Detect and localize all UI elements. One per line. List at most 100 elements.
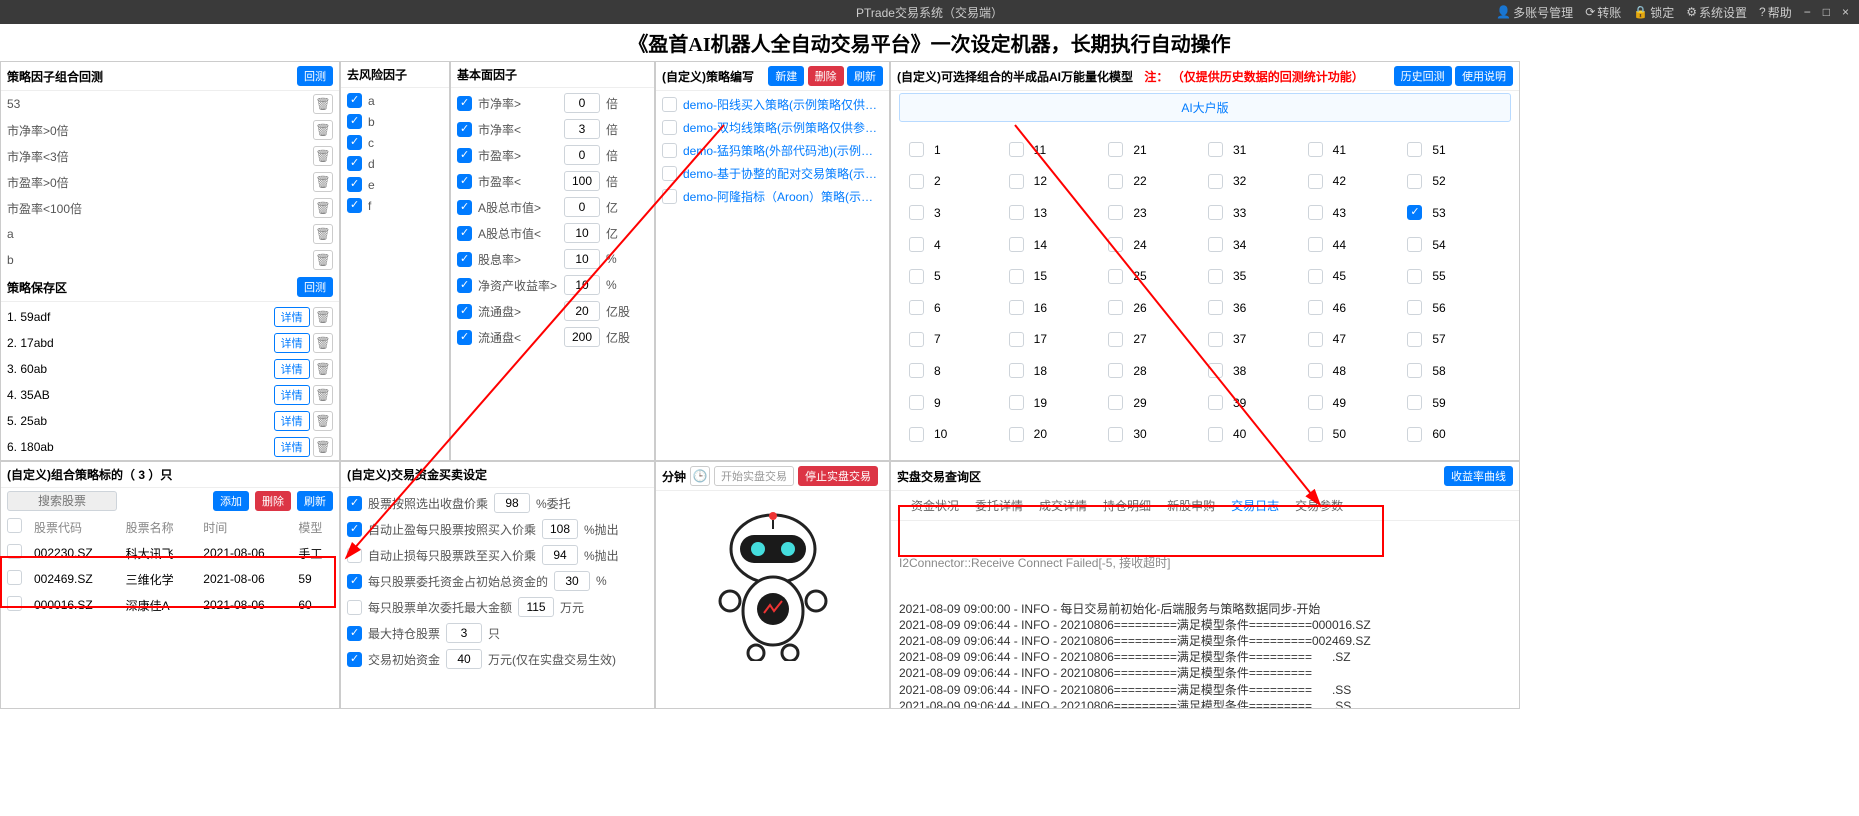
window-max-icon[interactable]: □	[1823, 5, 1830, 19]
delete-button[interactable]: 删除	[255, 491, 291, 511]
select-all-checkbox[interactable]	[7, 518, 22, 533]
model-checkbox[interactable]	[1108, 363, 1123, 378]
window-close-icon[interactable]: ×	[1842, 5, 1849, 19]
factor-input[interactable]	[564, 275, 600, 295]
factor-input[interactable]	[564, 197, 600, 217]
checkbox[interactable]	[457, 226, 472, 241]
checkbox[interactable]	[347, 198, 362, 213]
delete-icon[interactable]: 🗑	[313, 359, 333, 379]
saved-item[interactable]: 3. 60ab	[7, 362, 47, 376]
checkbox[interactable]	[457, 330, 472, 345]
model-checkbox[interactable]	[1308, 363, 1323, 378]
setting-input[interactable]	[446, 649, 482, 669]
strategy-item[interactable]: demo-双均线策略(示例策略仅供参考学习，请…	[683, 119, 883, 136]
table-row[interactable]: 002469.SZ三维化学2021-08-0659	[1, 566, 339, 592]
detail-button[interactable]: 详情	[274, 385, 310, 405]
model-checkbox[interactable]	[1108, 300, 1123, 315]
model-checkbox[interactable]	[1308, 269, 1323, 284]
checkbox[interactable]	[347, 114, 362, 129]
checkbox[interactable]	[662, 143, 677, 158]
setting-input[interactable]	[494, 493, 530, 513]
new-button[interactable]: 新建	[768, 66, 804, 86]
window-min-icon[interactable]: −	[1804, 5, 1811, 19]
delete-icon[interactable]: 🗑	[313, 172, 333, 192]
checkbox[interactable]	[662, 189, 677, 204]
model-checkbox[interactable]	[1208, 300, 1223, 315]
model-checkbox[interactable]	[1009, 174, 1024, 189]
saved-item[interactable]: 6. 180ab	[7, 440, 54, 454]
row-checkbox[interactable]	[7, 570, 22, 585]
model-checkbox[interactable]	[1208, 142, 1223, 157]
row-checkbox[interactable]	[7, 544, 22, 559]
detail-button[interactable]: 详情	[274, 359, 310, 379]
model-checkbox[interactable]	[1407, 300, 1422, 315]
factor-input[interactable]	[564, 249, 600, 269]
factor-input[interactable]	[564, 93, 600, 113]
delete-icon[interactable]: 🗑	[313, 224, 333, 244]
add-button[interactable]: 添加	[213, 491, 249, 511]
setting-input[interactable]	[542, 519, 578, 539]
strategy-item[interactable]: demo-阳线买入策略(示例策略仅供参考学习，…	[683, 96, 883, 113]
model-checkbox[interactable]	[1407, 427, 1422, 442]
model-checkbox[interactable]	[1009, 142, 1024, 157]
model-checkbox[interactable]	[909, 300, 924, 315]
delete-icon[interactable]: 🗑	[313, 437, 333, 457]
accounts-link[interactable]: 👤 多账号管理	[1496, 4, 1573, 21]
model-checkbox[interactable]	[1208, 395, 1223, 410]
delete-icon[interactable]: 🗑	[313, 146, 333, 166]
model-checkbox[interactable]	[1108, 427, 1123, 442]
history-backtest-button[interactable]: 历史回测	[1394, 66, 1452, 86]
model-checkbox[interactable]	[1308, 300, 1323, 315]
detail-button[interactable]: 详情	[274, 307, 310, 327]
checkbox[interactable]	[662, 166, 677, 181]
checkbox[interactable]	[347, 177, 362, 192]
model-checkbox[interactable]	[1407, 142, 1422, 157]
checkbox[interactable]	[457, 252, 472, 267]
tab-交易参数[interactable]: 交易参数	[1295, 497, 1343, 514]
factor-input[interactable]	[564, 223, 600, 243]
model-checkbox[interactable]	[1208, 205, 1223, 220]
table-row[interactable]: 002230.SZ科大讯飞2021-08-06手工	[1, 540, 339, 566]
search-input[interactable]	[7, 491, 117, 511]
checkbox[interactable]	[347, 93, 362, 108]
model-checkbox[interactable]	[1009, 395, 1024, 410]
model-checkbox[interactable]	[909, 332, 924, 347]
model-checkbox[interactable]	[1009, 300, 1024, 315]
model-checkbox[interactable]	[1208, 332, 1223, 347]
checkbox[interactable]	[457, 200, 472, 215]
model-checkbox[interactable]	[1009, 332, 1024, 347]
model-checkbox[interactable]	[1108, 237, 1123, 252]
factor-input[interactable]	[564, 301, 600, 321]
model-checkbox[interactable]	[1208, 363, 1223, 378]
checkbox[interactable]	[347, 135, 362, 150]
checkbox[interactable]	[347, 548, 362, 563]
strategy-item[interactable]: demo-基于协整的配对交易策略(示例策略仅供…	[683, 165, 883, 182]
model-checkbox[interactable]	[1407, 205, 1422, 220]
setting-input[interactable]	[542, 545, 578, 565]
transfer-link[interactable]: ⟳ 转账	[1585, 4, 1621, 21]
checkbox[interactable]	[457, 304, 472, 319]
delete-icon[interactable]: 🗑	[313, 333, 333, 353]
settings-link[interactable]: ⚙ 系统设置	[1686, 4, 1747, 21]
tab-交易日志[interactable]: 交易日志	[1231, 497, 1279, 514]
model-checkbox[interactable]	[909, 142, 924, 157]
model-checkbox[interactable]	[909, 269, 924, 284]
factor-input[interactable]	[564, 119, 600, 139]
delete-button[interactable]: 删除	[808, 66, 844, 86]
checkbox[interactable]	[457, 174, 472, 189]
model-checkbox[interactable]	[1208, 427, 1223, 442]
model-checkbox[interactable]	[909, 237, 924, 252]
detail-button[interactable]: 详情	[274, 411, 310, 431]
model-checkbox[interactable]	[1308, 427, 1323, 442]
saved-item[interactable]: 5. 25ab	[7, 414, 47, 428]
model-checkbox[interactable]	[1009, 237, 1024, 252]
delete-icon[interactable]: 🗑	[313, 94, 333, 114]
delete-icon[interactable]: 🗑	[313, 250, 333, 270]
factor-input[interactable]	[564, 327, 600, 347]
model-checkbox[interactable]	[1308, 395, 1323, 410]
checkbox[interactable]	[347, 574, 362, 589]
model-checkbox[interactable]	[1009, 205, 1024, 220]
factor-input[interactable]	[564, 171, 600, 191]
checkbox[interactable]	[662, 120, 677, 135]
model-checkbox[interactable]	[1407, 269, 1422, 284]
